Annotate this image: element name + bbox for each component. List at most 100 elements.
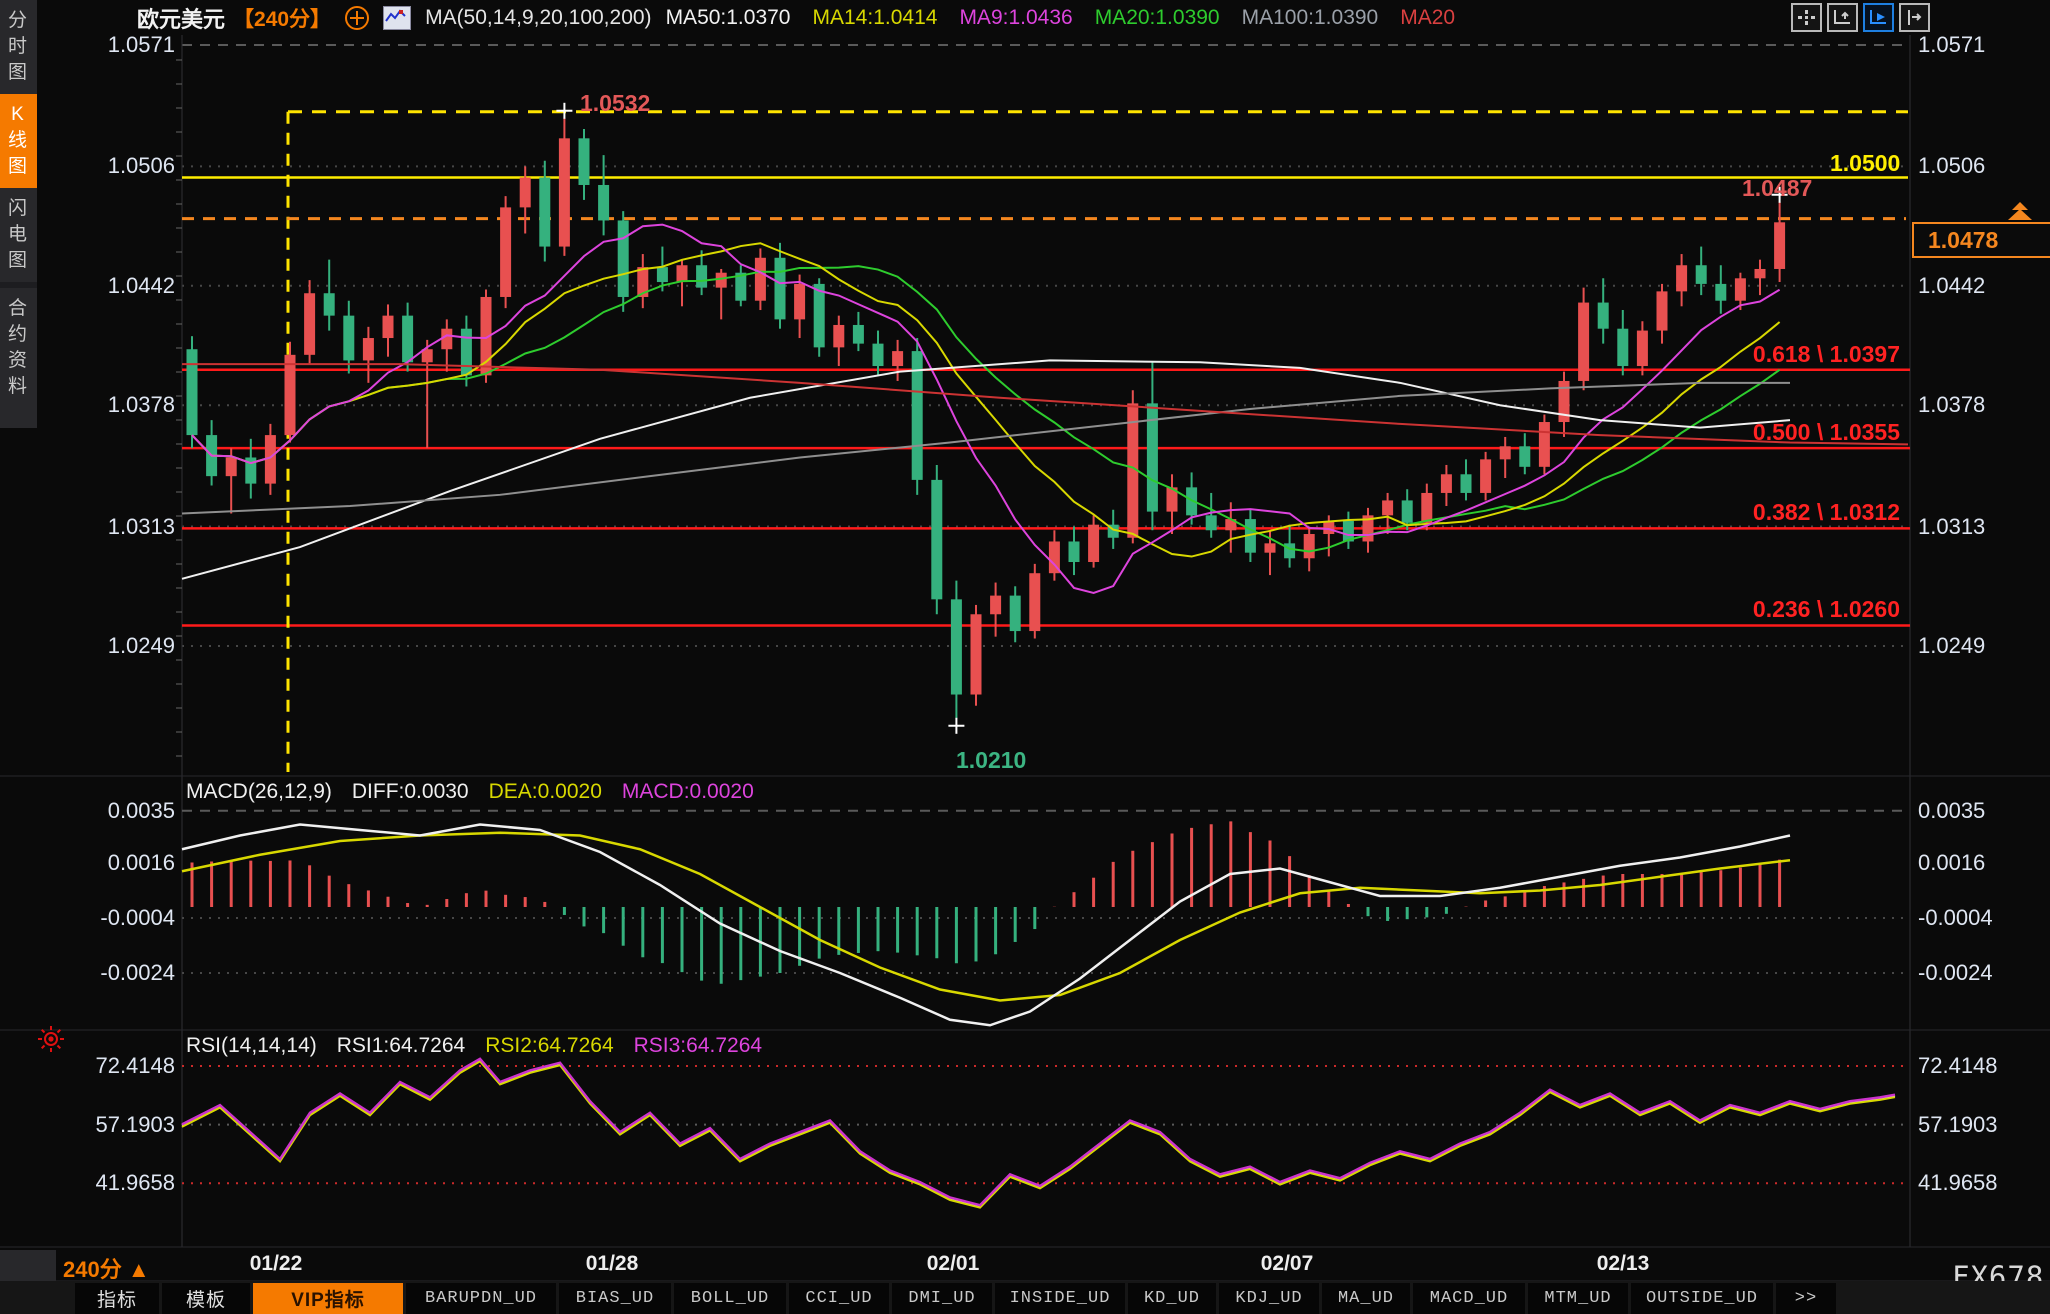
rsi-axis-label-left: 57.1903 (60, 1112, 175, 1138)
candle-body (1735, 278, 1746, 300)
candle-body (1657, 291, 1668, 330)
price-axis-label-right: 1.0313 (1918, 514, 1985, 540)
candle-body (1421, 493, 1432, 523)
candle-body (716, 273, 727, 288)
rsi-header: RSI(14,14,14) RSI1:64.7264 RSI2:64.7264 … (186, 1034, 762, 1058)
indicator-tab-9[interactable]: KD_UD (1128, 1283, 1216, 1314)
candle-body (579, 138, 590, 185)
price-axis-label-left: 1.0506 (75, 153, 175, 179)
candle-body (1284, 543, 1295, 558)
macd-diff-value: DIFF:0.0030 (352, 780, 469, 804)
candle-body (402, 316, 413, 363)
candle-body (1069, 541, 1080, 562)
indicator-tab-10[interactable]: KDJ_UD (1219, 1283, 1319, 1314)
ma-value: MA100:1.0390 (1242, 6, 1379, 30)
macd-axis-label-right: -0.0004 (1918, 905, 1993, 931)
candle-body (1774, 222, 1785, 269)
candle-body (1088, 525, 1099, 562)
macd-header: MACD(26,12,9) DIFF:0.0030 DEA:0.0020 MAC… (186, 780, 754, 804)
chart-header: 欧元美元 【240分】 MA(50,14,9,20,100,200) MA50:… (137, 4, 1455, 32)
sidebar-item-0[interactable]: 分时图 (0, 0, 37, 94)
price-axis-label-right: 1.0378 (1918, 392, 1985, 418)
candle-body (1578, 303, 1589, 381)
candle-body (559, 138, 570, 246)
macd-dea-value: DEA:0.0020 (489, 780, 602, 804)
candle-body (363, 338, 374, 360)
candle-body (383, 316, 394, 338)
candle-body (1519, 446, 1530, 467)
indicator-tab-12[interactable]: MACD_UD (1413, 1283, 1525, 1314)
indicator-tab-5[interactable]: BOLL_UD (674, 1283, 786, 1314)
candle-body (990, 596, 1001, 615)
indicator-tab-14[interactable]: OUTSIDE_UD (1631, 1283, 1773, 1314)
indicator-tab-2[interactable]: VIP指标 (253, 1283, 403, 1314)
date-label: 02/01 (927, 1252, 980, 1276)
date-label: 01/28 (586, 1252, 639, 1276)
add-indicator-icon[interactable] (345, 6, 369, 30)
tabs-overflow-button[interactable]: >> (1776, 1283, 1836, 1314)
candle-body (285, 355, 296, 435)
price-axis-label-left: 1.0378 (75, 392, 175, 418)
macd-axis-label-right: 0.0035 (1918, 798, 1985, 824)
candle-body (1461, 474, 1472, 493)
price-axis-label-right: 1.0506 (1918, 153, 1985, 179)
macd-axis-label-left: 0.0016 (75, 850, 175, 876)
indicator-tab-8[interactable]: INSIDE_UD (995, 1283, 1125, 1314)
sidebar-item-3[interactable]: 合约资料 (0, 288, 37, 408)
indicator-marker-icon[interactable] (36, 1024, 66, 1054)
fixed-scale-icon[interactable] (1827, 3, 1858, 32)
candle-body (931, 480, 942, 599)
mini-chart-icon[interactable] (383, 6, 411, 30)
chart-application: 分时图K线图闪电图合约资料 欧元美元 【240分】 MA(50,14,9,20,… (0, 0, 2050, 1314)
candle-body (520, 178, 531, 208)
ma-value: MA50:1.0370 (666, 6, 791, 30)
indicator-tab-0[interactable]: 指标 (75, 1283, 159, 1314)
candle-body (461, 329, 472, 376)
candle-body (441, 329, 452, 350)
sidebar-item-2[interactable]: 闪电图 (0, 188, 37, 282)
price-axis-label-right: 1.0249 (1918, 633, 1985, 659)
indicator-tab-7[interactable]: DMI_UD (892, 1283, 992, 1314)
price-axis-label-left: 1.0571 (75, 32, 175, 58)
price-axis-label-right: 1.0442 (1918, 273, 1985, 299)
sidebar: 分时图K线图闪电图合约资料 (0, 0, 37, 428)
candle-body (1323, 521, 1334, 534)
rsi-axis-label-left: 41.9658 (60, 1170, 175, 1196)
candle-body (500, 207, 511, 297)
pan-right-icon[interactable] (1899, 3, 1930, 32)
indicator-tab-11[interactable]: MA_UD (1322, 1283, 1410, 1314)
candle-body (618, 220, 629, 297)
candle-body (1382, 500, 1393, 515)
macd-axis-label-left: -0.0024 (75, 960, 175, 986)
candle-body (833, 325, 844, 347)
ma-value: MA9:1.0436 (959, 6, 1072, 30)
candle-body (951, 599, 962, 694)
candle-body (873, 344, 884, 366)
indicator-tab-1[interactable]: 模板 (162, 1283, 250, 1314)
price-alert-arrow-icon[interactable] (1998, 200, 2042, 222)
period-indicator[interactable]: 240分 ▲ (63, 1252, 150, 1284)
macd-axis-label-left: 0.0035 (75, 798, 175, 824)
ma14-line (192, 243, 1780, 556)
candle-body (304, 293, 315, 355)
macd-dea-line (182, 833, 1790, 1001)
fib-level-label: 0.500 \ 1.0355 (1640, 419, 1900, 446)
indicator-tab-3[interactable]: BARUPDN_UD (406, 1283, 556, 1314)
sidebar-item-1[interactable]: K线图 (0, 94, 37, 188)
fib-level-label: 0.382 \ 1.0312 (1640, 499, 1900, 526)
candle-body (1715, 284, 1726, 301)
candle-body (1010, 596, 1021, 631)
crosshair-tool-icon[interactable] (1791, 3, 1822, 32)
indicator-tab-6[interactable]: CCI_UD (789, 1283, 889, 1314)
candle-body (1676, 265, 1687, 291)
timeframe-label[interactable]: 【240分】 (233, 3, 331, 33)
auto-scale-icon[interactable] (1863, 3, 1894, 32)
indicator-tab-13[interactable]: MTM_UD (1528, 1283, 1628, 1314)
candle-body (1402, 500, 1413, 522)
candle-body (343, 316, 354, 361)
candle-body (598, 185, 609, 220)
fib-level-label: 0.236 \ 1.0260 (1640, 596, 1900, 623)
indicator-tab-4[interactable]: BIAS_UD (559, 1283, 671, 1314)
candle-body (971, 614, 982, 694)
macd-axis-label-right: -0.0024 (1918, 960, 1993, 986)
